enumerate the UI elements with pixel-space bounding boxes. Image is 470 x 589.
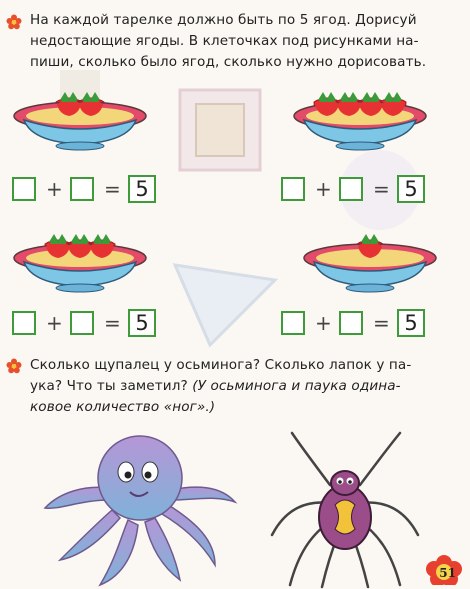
plus-sign: + [315, 311, 332, 335]
plate-base [55, 141, 105, 151]
task2-answer: (У осьминога и паука одина- [192, 378, 401, 394]
flower-bullet-icon [6, 14, 22, 30]
plate-base [55, 283, 105, 293]
answer-box-second[interactable] [70, 177, 94, 201]
total-box: 5 [397, 309, 425, 337]
total-box: 5 [397, 175, 425, 203]
plus-sign: + [46, 177, 63, 201]
answer-box-first[interactable] [12, 177, 36, 201]
plus-sign: + [46, 311, 63, 335]
answer-box-second[interactable] [70, 311, 94, 335]
answer-box-first[interactable] [281, 311, 305, 335]
plate-base [345, 283, 395, 293]
total-box: 5 [128, 309, 156, 337]
task1-line: пиши, сколько было ягод, сколько нужно д… [30, 54, 427, 70]
equation-row: + = 5 [281, 174, 425, 204]
equals-sign: = [373, 177, 390, 201]
equation-row: + = 5 [12, 308, 156, 338]
task2-question: ука? Что ты заметил? [30, 378, 193, 394]
equals-sign: = [104, 177, 121, 201]
task2-line: Сколько щупалец у осьминога? Сколько лап… [30, 357, 412, 373]
octopus-illustration [43, 435, 238, 587]
equation-row: + = 5 [12, 174, 156, 204]
spider-illustration [270, 431, 420, 589]
plate-with-strawberries [293, 92, 427, 151]
plate-with-strawberries [303, 234, 437, 293]
answer-box-second[interactable] [339, 311, 363, 335]
flower-bullet-icon [6, 358, 22, 374]
task1-instruction: На каждой тарелке должно быть по 5 ягод.… [30, 10, 426, 73]
answer-box-first[interactable] [281, 177, 305, 201]
equals-sign: = [373, 311, 390, 335]
plate-base [335, 141, 385, 151]
task1-line: недостающие ягоды. В клеточках под рисун… [30, 33, 419, 49]
equation-row: + = 5 [281, 308, 425, 338]
plate-with-strawberries [13, 234, 147, 293]
total-box: 5 [128, 175, 156, 203]
task2-answer-cont: ковое количество «ног».) [30, 399, 216, 415]
page-number: 51 [439, 566, 456, 580]
plus-sign: + [315, 177, 332, 201]
answer-box-first[interactable] [12, 311, 36, 335]
task2-instruction: Сколько щупалец у осьминога? Сколько лап… [30, 355, 411, 418]
plate-inner [26, 107, 134, 125]
plate-with-strawberries [13, 92, 147, 151]
page-number-badge: 51 [426, 555, 462, 587]
equals-sign: = [104, 311, 121, 335]
answer-box-second[interactable] [339, 177, 363, 201]
task1-line: На каждой тарелке должно быть по 5 ягод.… [30, 12, 417, 28]
workbook-page: На каждой тарелке должно быть по 5 ягод.… [0, 0, 470, 589]
